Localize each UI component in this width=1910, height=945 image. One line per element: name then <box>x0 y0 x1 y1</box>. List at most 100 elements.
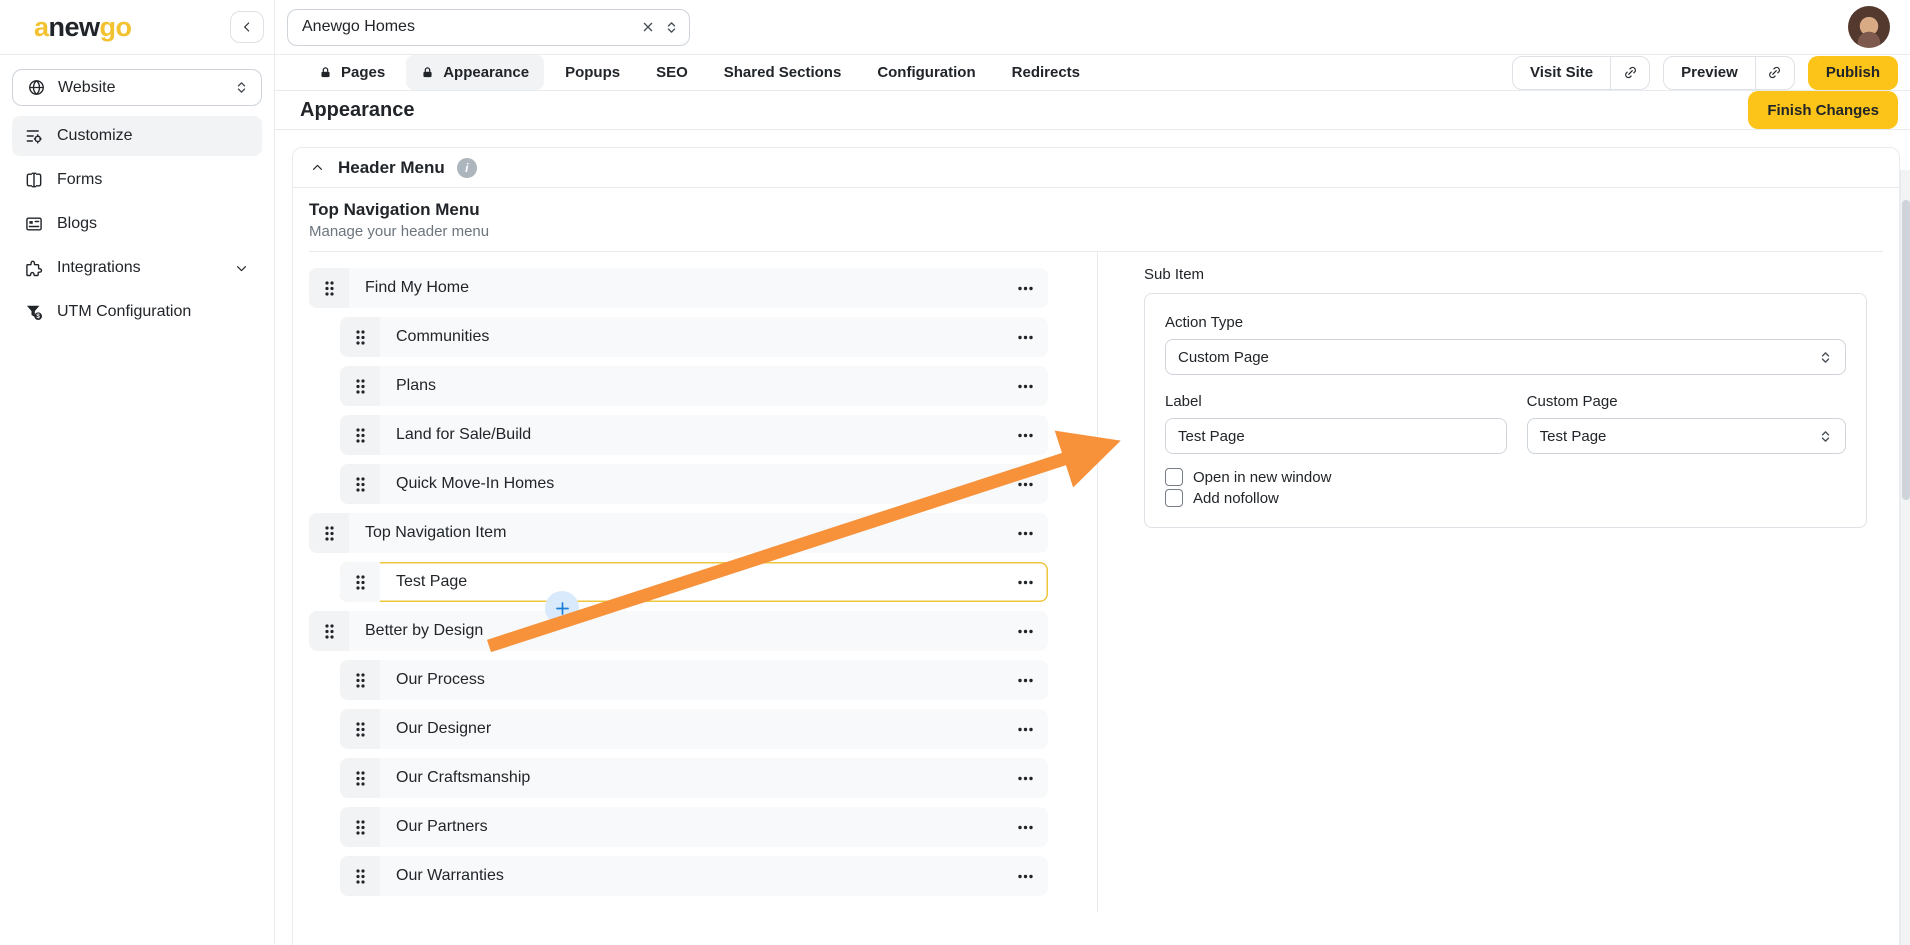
header-menu-card: Header Menu i Top Navigation Menu Manage… <box>292 147 1900 945</box>
info-icon[interactable]: i <box>457 158 477 178</box>
tab[interactable]: Configuration <box>862 55 990 90</box>
row-options-button[interactable] <box>1002 709 1048 749</box>
add-nofollow-checkbox[interactable] <box>1165 489 1183 507</box>
chevron-down-icon[interactable] <box>233 260 250 277</box>
ellipsis-icon <box>1018 678 1033 683</box>
scrollbar[interactable] <box>1900 170 1910 945</box>
tab-label: Redirects <box>1012 64 1080 81</box>
drag-handle-icon[interactable] <box>340 464 380 504</box>
menu-item-row[interactable]: Plans <box>340 366 1048 406</box>
tab[interactable]: SEO <box>641 55 703 90</box>
section-head: Top Navigation Menu Manage your header m… <box>309 188 1883 240</box>
menu-item-row[interactable]: Better by Design <box>309 611 1048 651</box>
page-title-row: Appearance Finish Changes <box>275 91 1910 130</box>
lock-icon <box>421 66 434 79</box>
menu-item-row[interactable]: Our Partners <box>340 807 1048 847</box>
tab[interactable]: Appearance <box>406 55 544 90</box>
drag-handle-icon[interactable] <box>340 317 380 357</box>
tab[interactable]: Popups <box>550 55 635 90</box>
sidebar-item[interactable]: Integrations <box>12 248 262 288</box>
menu-item-label: Better by Design <box>349 611 1002 651</box>
preview-button[interactable]: Preview <box>1664 57 1755 89</box>
tab[interactable]: Pages <box>304 55 400 90</box>
menu-item-row[interactable]: Test Page <box>340 562 1048 602</box>
custom-page-label: Custom Page <box>1527 393 1846 410</box>
drag-handle-icon[interactable] <box>340 807 380 847</box>
menu-item-row[interactable]: Find My Home <box>309 268 1048 308</box>
sidebar-item[interactable]: Blogs <box>12 204 262 244</box>
menu-items-column: Find My Home Communities <box>309 252 1097 912</box>
preview-link-button[interactable] <box>1755 57 1794 89</box>
sidebar-item-label: Integrations <box>57 259 141 277</box>
finish-changes-button[interactable]: Finish Changes <box>1748 91 1898 129</box>
sidebar-item[interactable]: Customize <box>12 116 262 156</box>
clear-icon[interactable] <box>640 19 656 35</box>
drag-handle-icon[interactable] <box>340 415 380 455</box>
row-options-button[interactable] <box>1002 758 1048 798</box>
row-options-button[interactable] <box>1002 464 1048 504</box>
drag-handle-icon[interactable] <box>340 660 380 700</box>
chevron-updown-icon[interactable] <box>664 20 679 35</box>
label-input[interactable] <box>1165 418 1507 454</box>
sidebar-item-icon <box>24 258 44 278</box>
website-section-selector[interactable]: Website <box>12 69 262 106</box>
row-options-button[interactable] <box>1002 856 1048 896</box>
custom-page-select[interactable]: Test Page <box>1527 418 1846 454</box>
row-options-button[interactable] <box>1002 660 1048 700</box>
action-type-select[interactable]: Custom Page <box>1165 339 1846 375</box>
site-selector[interactable]: Anewgo Homes <box>287 9 690 46</box>
menu-item-row[interactable]: Land for Sale/Build <box>340 415 1048 455</box>
user-avatar[interactable] <box>1848 6 1890 48</box>
sidebar-collapse-button[interactable] <box>230 11 264 43</box>
chevron-left-icon <box>239 19 255 35</box>
menu-item-label: Our Partners <box>380 807 1002 847</box>
drag-handle-icon[interactable] <box>340 758 380 798</box>
globe-icon <box>27 78 46 97</box>
custom-page-field-group: Custom Page Test Page <box>1527 393 1846 454</box>
chevron-updown-icon <box>234 80 249 95</box>
menu-item-row[interactable]: Quick Move-In Homes <box>340 464 1048 504</box>
menu-item-row[interactable]: Our Warranties <box>340 856 1048 896</box>
sidebar: Website Customize Forms Blogs <box>0 55 275 944</box>
row-options-button[interactable] <box>1002 513 1048 553</box>
sidebar-item[interactable]: Forms <box>12 160 262 200</box>
drag-handle-icon[interactable] <box>309 513 349 553</box>
sidebar-item-icon <box>24 170 44 190</box>
preview-button-group: Preview <box>1663 56 1795 90</box>
menu-item-row[interactable]: Top Navigation Item <box>309 513 1048 553</box>
drag-handle-icon[interactable] <box>309 611 349 651</box>
ellipsis-icon <box>1018 335 1033 340</box>
row-options-button[interactable] <box>1002 807 1048 847</box>
menu-item-row[interactable]: Communities <box>340 317 1048 357</box>
menu-item-row[interactable]: Our Craftsmanship <box>340 758 1048 798</box>
row-options-button[interactable] <box>1002 366 1048 406</box>
sidebar-item-label: Blogs <box>57 215 97 233</box>
scrollbar-thumb[interactable] <box>1902 200 1910 500</box>
drag-handle-icon[interactable] <box>340 366 380 406</box>
add-menu-item-button[interactable] <box>545 591 579 625</box>
site-selector-value: Anewgo Homes <box>302 18 632 36</box>
drag-handle-icon[interactable] <box>340 562 380 602</box>
menu-item-row[interactable]: Our Designer <box>340 709 1048 749</box>
row-options-button[interactable] <box>1002 611 1048 651</box>
visit-site-link-button[interactable] <box>1610 57 1649 89</box>
menu-item-label: Land for Sale/Build <box>380 415 1002 455</box>
row-options-button[interactable] <box>1002 415 1048 455</box>
publish-button[interactable]: Publish <box>1808 56 1898 90</box>
svg-text:$: $ <box>36 313 40 320</box>
menu-item-row[interactable]: Our Process <box>340 660 1048 700</box>
tab-label: Configuration <box>877 64 975 81</box>
open-new-window-checkbox[interactable] <box>1165 468 1183 486</box>
drag-handle-icon[interactable] <box>340 856 380 896</box>
drag-handle-icon[interactable] <box>309 268 349 308</box>
card-body: Top Navigation Menu Manage your header m… <box>293 188 1899 912</box>
visit-site-button[interactable]: Visit Site <box>1513 57 1610 89</box>
row-options-button[interactable] <box>1002 562 1048 602</box>
row-options-button[interactable] <box>1002 268 1048 308</box>
collapse-section-button[interactable] <box>309 159 326 176</box>
row-options-button[interactable] <box>1002 317 1048 357</box>
drag-handle-icon[interactable] <box>340 709 380 749</box>
sidebar-item[interactable]: $ UTM Configuration <box>12 292 262 332</box>
tab[interactable]: Shared Sections <box>709 55 857 90</box>
tab[interactable]: Redirects <box>997 55 1095 90</box>
